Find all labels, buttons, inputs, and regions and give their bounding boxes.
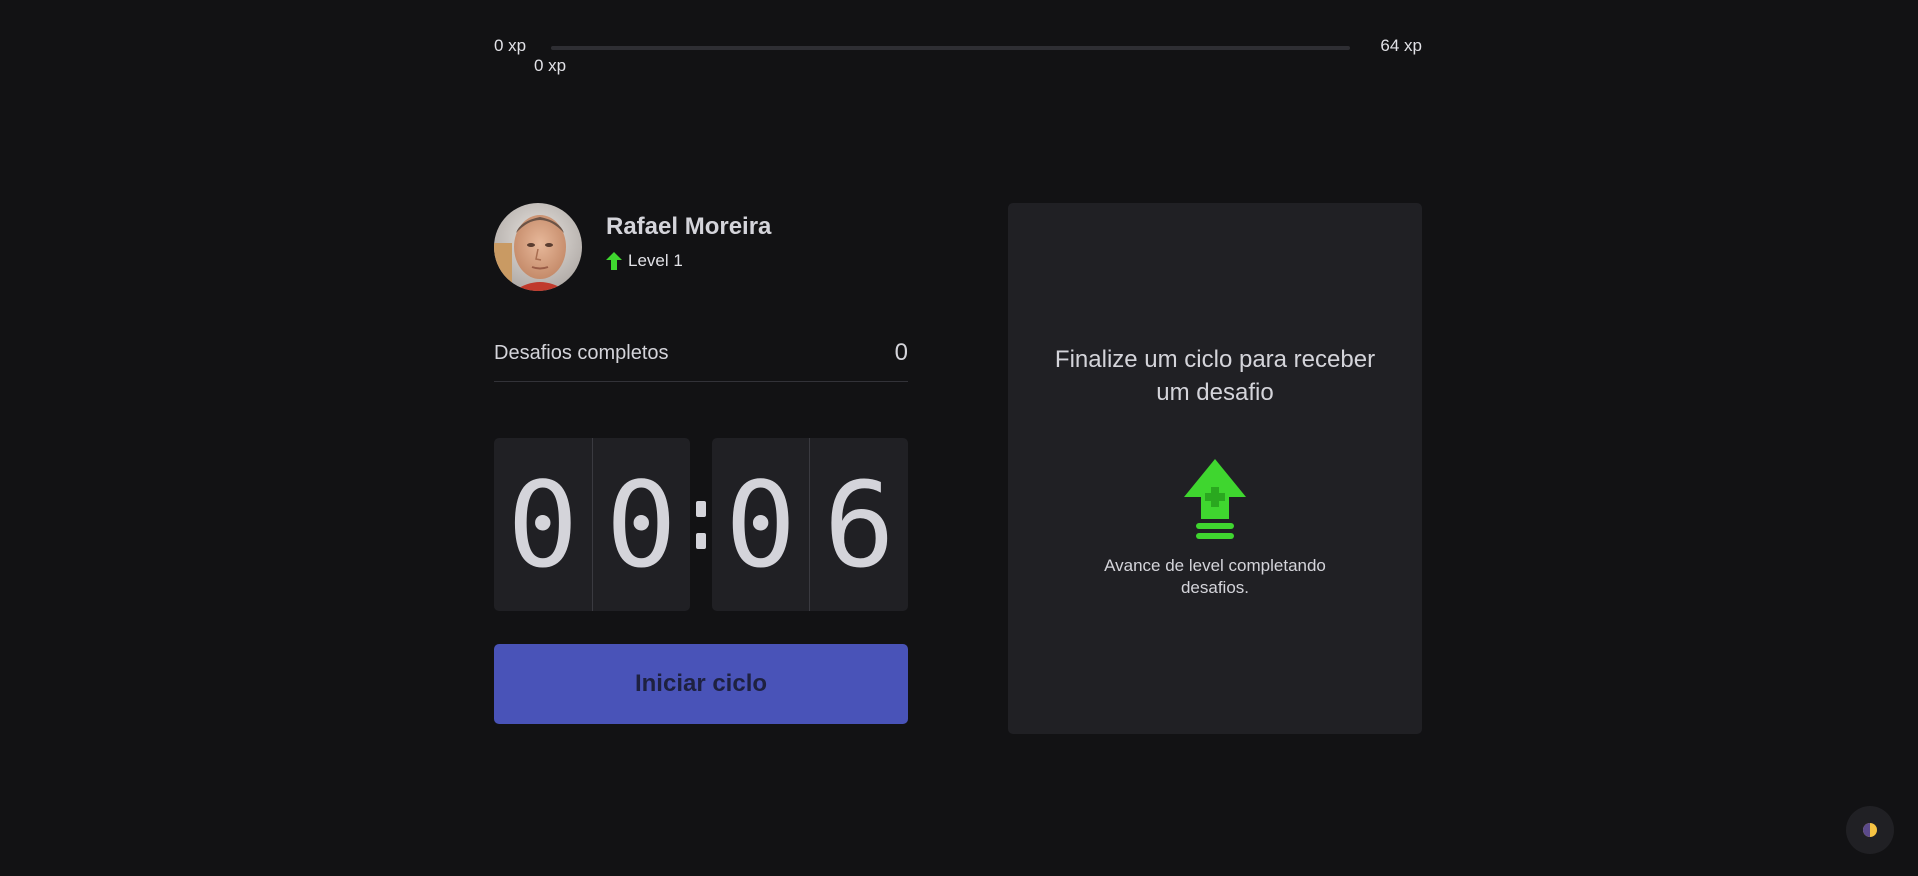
countdown: 0 0 0 6 (494, 438, 908, 611)
completed-challenges-count: 0 (894, 339, 908, 366)
xp-max-label: 64 xp (1380, 36, 1422, 55)
profile-name: Rafael Moreira (606, 213, 772, 240)
completed-challenges: Desafios completos 0 (494, 339, 908, 382)
countdown-minute-tens: 0 (494, 438, 593, 611)
start-cycle-button[interactable]: Iniciar ciclo (494, 644, 908, 724)
level-up-arrow-icon (606, 252, 622, 270)
countdown-minutes: 0 0 (494, 438, 691, 611)
countdown-seconds: 0 6 (711, 438, 908, 611)
xp-min-label: 0 xp (494, 36, 527, 55)
page: 0 xp 64 xp 0 xp Rafael Moreira Level 1 D… (0, 0, 1918, 876)
completed-challenges-label: Desafios completos (494, 341, 669, 364)
theme-toggle-icon (1863, 823, 1877, 837)
level-up-icon (1184, 459, 1246, 539)
countdown-separator (690, 500, 712, 549)
level-label: Level 1 (628, 251, 683, 270)
profile-info: Rafael Moreira Level 1 (606, 213, 771, 271)
countdown-second-units: 6 (823, 455, 895, 594)
countdown-minute-units: 0 (605, 455, 677, 594)
challenge-box: Finalize um ciclo para receber um desafi… (1008, 203, 1422, 734)
xp-track (551, 46, 1350, 50)
avatar-image (494, 203, 582, 291)
profile: Rafael Moreira Level 1 (494, 203, 908, 291)
challenge-box-title: Finalize um ciclo para receber um desafi… (1054, 346, 1376, 406)
xp-current-label: 0 xp (534, 56, 567, 75)
theme-toggle-button[interactable] (1846, 806, 1894, 854)
left-column: Rafael Moreira Level 1 Desafios completo… (494, 203, 908, 724)
challenge-box-description: Avance de level completando desafios. (1104, 556, 1326, 597)
profile-level: Level 1 (606, 251, 771, 271)
avatar (494, 203, 582, 291)
countdown-second-tens: 0 (712, 438, 811, 611)
experience-bar: 0 xp 64 xp 0 xp (494, 36, 1422, 75)
